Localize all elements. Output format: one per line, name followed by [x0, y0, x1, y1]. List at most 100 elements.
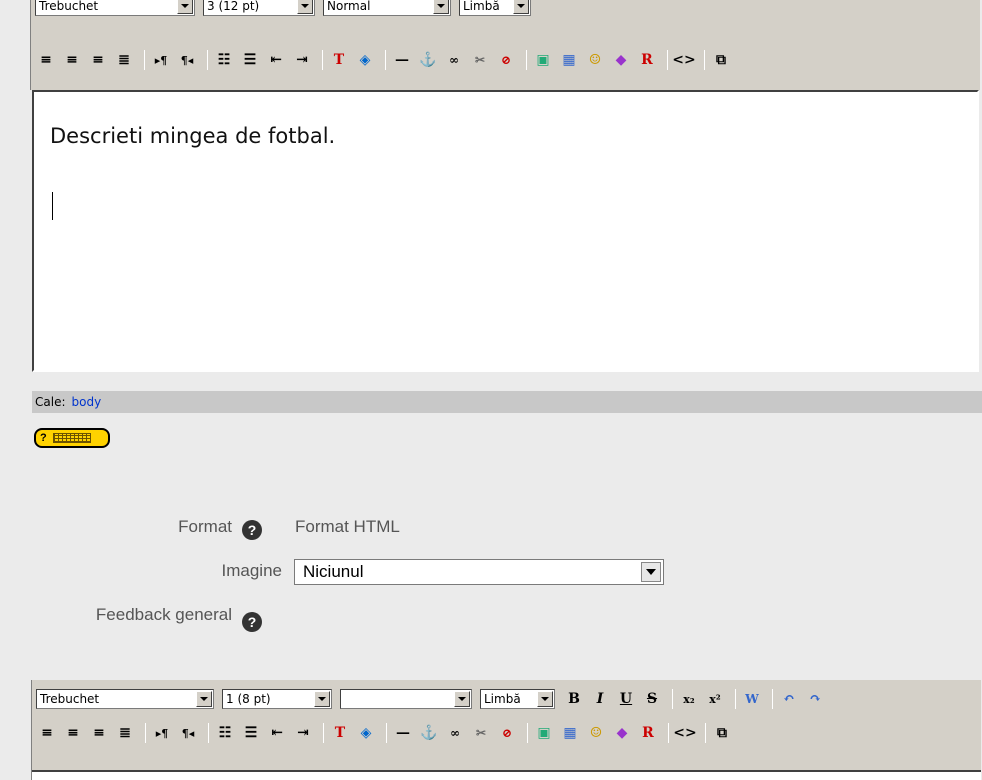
keyboard-icon: [52, 433, 91, 443]
font-select[interactable]: Trebuchet: [35, 0, 195, 16]
bottom-toolbar: Trebuchet 1 (8 pt) Limbă B I U S x₂ x² W…: [31, 680, 981, 780]
align-left-icon[interactable]: ≡: [35, 49, 57, 71]
horizontal-rule-icon[interactable]: —: [391, 49, 413, 71]
font-select[interactable]: Trebuchet: [36, 689, 214, 709]
separator: [668, 723, 669, 743]
chevron-down-icon: [196, 691, 212, 707]
superscript-icon[interactable]: x²: [704, 688, 726, 710]
editor-content[interactable]: Descrieti mingea de fotbal.: [50, 124, 335, 148]
html-source-icon[interactable]: <>: [672, 49, 695, 71]
outdent-icon[interactable]: ⇤: [266, 722, 288, 744]
underline-button[interactable]: U: [615, 688, 637, 710]
style-select[interactable]: [340, 689, 472, 709]
rtl-icon[interactable]: ¶◂: [176, 49, 198, 71]
rich-text-editor[interactable]: Descrieti mingea de fotbal.: [32, 90, 979, 372]
insert-table-icon[interactable]: ▦: [559, 722, 581, 744]
text-cursor: [52, 192, 53, 220]
indent-icon[interactable]: ⇥: [292, 722, 314, 744]
background-color-icon[interactable]: ◈: [355, 722, 377, 744]
special-chars-icon[interactable]: ◆: [610, 49, 632, 71]
background-color-icon[interactable]: ◈: [354, 49, 376, 71]
language-select[interactable]: Limbă: [480, 689, 555, 709]
outdent-icon[interactable]: ⇤: [265, 49, 287, 71]
feedback-help-icon[interactable]: ?: [242, 612, 262, 632]
italic-button[interactable]: I: [589, 688, 611, 710]
unordered-list-icon[interactable]: ☰: [240, 722, 262, 744]
text-color-icon[interactable]: T: [329, 722, 351, 744]
indent-icon[interactable]: ⇥: [291, 49, 313, 71]
style-select[interactable]: Normal: [323, 0, 451, 16]
separator: [704, 50, 705, 70]
anchor-icon[interactable]: ⚓: [418, 722, 440, 744]
search-replace-icon[interactable]: R: [636, 49, 658, 71]
bold-button[interactable]: B: [563, 688, 585, 710]
chevron-down-icon: [537, 691, 553, 707]
special-chars-icon[interactable]: ◆: [611, 722, 633, 744]
toolbar-row-1: Trebuchet 3 (12 pt) Normal Limbă: [35, 0, 976, 20]
horizontal-rule-icon[interactable]: —: [392, 722, 414, 744]
align-right-icon[interactable]: ≡: [88, 722, 110, 744]
language-select[interactable]: Limbă: [459, 0, 531, 16]
clean-word-icon[interactable]: W: [741, 688, 763, 710]
insert-image-icon[interactable]: ▣: [533, 722, 555, 744]
size-select[interactable]: 3 (12 pt): [203, 0, 315, 16]
smiley-icon[interactable]: ☺: [585, 722, 607, 744]
path-label: Cale:: [35, 395, 66, 409]
toolbar-row-1: Trebuchet 1 (8 pt) Limbă B I U S x₂ x² W…: [36, 685, 977, 713]
fullscreen-icon[interactable]: ⧉: [710, 49, 732, 71]
unlink-icon[interactable]: ✂: [470, 722, 492, 744]
path-body-link[interactable]: body: [72, 395, 102, 409]
undo-icon[interactable]: ↶: [778, 688, 800, 710]
ltr-icon[interactable]: ▸¶: [151, 722, 173, 744]
ordered-list-icon[interactable]: ☷: [214, 722, 236, 744]
separator: [667, 50, 668, 70]
search-replace-icon[interactable]: R: [637, 722, 659, 744]
separator: [527, 723, 528, 743]
ltr-icon[interactable]: ▸¶: [150, 49, 172, 71]
anchor-icon[interactable]: ⚓: [417, 49, 439, 71]
link-icon[interactable]: ∞: [444, 722, 466, 744]
separator: [526, 50, 527, 70]
insert-image-icon[interactable]: ▣: [532, 49, 554, 71]
link-icon[interactable]: ∞: [443, 49, 465, 71]
editor-path-bar: Cale: body: [32, 391, 982, 413]
unlink-icon[interactable]: ✂: [469, 49, 491, 71]
imagine-select[interactable]: Niciunul: [294, 559, 664, 585]
chevron-down-icon: [314, 691, 330, 707]
separator: [144, 50, 145, 70]
separator: [322, 50, 323, 70]
nolink-icon[interactable]: ⊘: [495, 49, 517, 71]
smiley-icon[interactable]: ☺: [584, 49, 606, 71]
text-color-icon[interactable]: T: [328, 49, 350, 71]
subscript-icon[interactable]: x₂: [678, 688, 700, 710]
align-justify-icon[interactable]: ≣: [113, 49, 135, 71]
format-value: Format HTML: [295, 517, 400, 536]
imagine-label: Imagine: [221, 561, 282, 580]
align-left-icon[interactable]: ≡: [36, 722, 58, 744]
chevron-down-icon: [433, 0, 449, 14]
separator: [145, 723, 146, 743]
keyboard-help-button[interactable]: ?: [34, 428, 110, 448]
toolbar-row-2: ≡ ≡ ≡ ≣ ▸¶ ¶◂ ☷ ☰ ⇤ ⇥ T ◈ — ⚓ ∞ ✂ ⊘ ▣ ▦ …: [35, 46, 976, 74]
size-select[interactable]: 1 (8 pt): [222, 689, 332, 709]
rtl-icon[interactable]: ¶◂: [177, 722, 199, 744]
redo-icon[interactable]: ↷: [804, 688, 826, 710]
feedback-label: Feedback general: [95, 605, 232, 624]
format-help-icon[interactable]: ?: [242, 520, 262, 540]
ordered-list-icon[interactable]: ☷: [213, 49, 235, 71]
top-toolbar: Trebuchet 3 (12 pt) Normal Limbă ≡ ≡ ≡ ≣…: [30, 0, 980, 90]
editor-top-edge: [32, 770, 981, 780]
nolink-icon[interactable]: ⊘: [496, 722, 518, 744]
align-center-icon[interactable]: ≡: [62, 722, 84, 744]
align-right-icon[interactable]: ≡: [87, 49, 109, 71]
unordered-list-icon[interactable]: ☰: [239, 49, 261, 71]
strikethrough-button[interactable]: S: [641, 688, 663, 710]
align-center-icon[interactable]: ≡: [61, 49, 83, 71]
separator: [705, 723, 706, 743]
html-source-icon[interactable]: <>: [673, 722, 696, 744]
format-label: Format: [178, 517, 232, 536]
chevron-down-icon: [641, 562, 661, 582]
align-justify-icon[interactable]: ≣: [114, 722, 136, 744]
fullscreen-icon[interactable]: ⧉: [711, 722, 733, 744]
insert-table-icon[interactable]: ▦: [558, 49, 580, 71]
